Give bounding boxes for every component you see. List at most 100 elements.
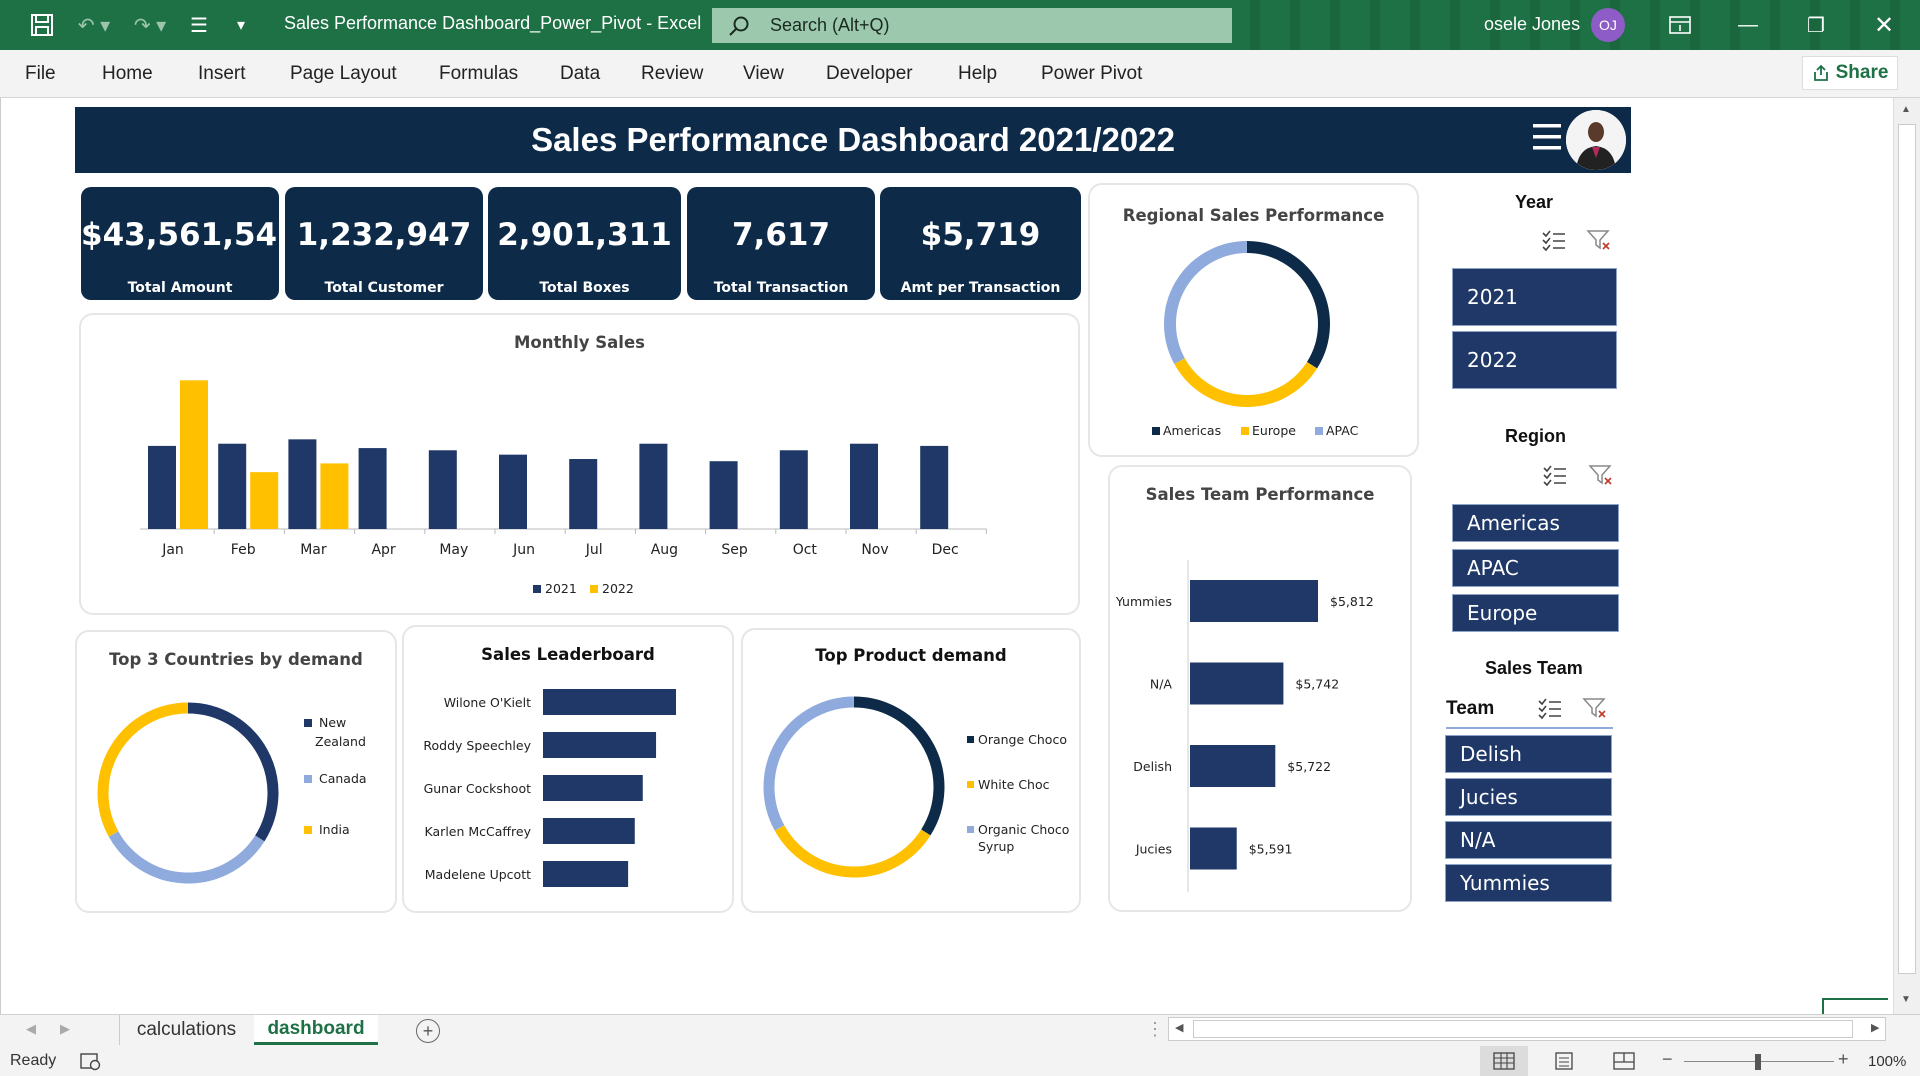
share-button[interactable]: Share: [1802, 56, 1898, 90]
bar-2021: [218, 443, 247, 529]
slicer-team-jucies[interactable]: Jucies: [1445, 778, 1612, 816]
donut-slice: [97, 702, 189, 837]
tab-file[interactable]: File: [25, 63, 56, 85]
bar: [1190, 827, 1237, 870]
add-sheet-icon[interactable]: +: [416, 1019, 440, 1043]
kpi-amt-per-transaction: $5,719 Amt per Transaction: [880, 187, 1081, 300]
sheet-tab-calculations[interactable]: calculations: [119, 1015, 253, 1045]
y-tick-label: N/A: [1150, 677, 1173, 692]
tab-power-pivot[interactable]: Power Pivot: [1041, 63, 1142, 85]
tab-help[interactable]: Help: [958, 63, 997, 85]
prev-sheet-icon[interactable]: ◀: [26, 1021, 36, 1037]
x-tick-label: Dec: [932, 542, 959, 558]
slicer-team-delish[interactable]: Delish: [1445, 735, 1612, 773]
legend-swatch: [304, 826, 312, 834]
x-tick-label: Apr: [371, 542, 395, 558]
legend-swatch: [967, 781, 974, 788]
scroll-right-icon[interactable]: ▶: [1871, 1021, 1879, 1034]
bar: [1190, 580, 1318, 622]
tab-developer[interactable]: Developer: [826, 63, 913, 85]
status-bar: Ready − + 100%: [0, 1046, 1920, 1076]
scrollbar-thumb[interactable]: [1898, 124, 1916, 974]
search-box[interactable]: Search (Alt+Q): [712, 8, 1232, 43]
region-slicer-title: Region: [1505, 426, 1566, 446]
slicer-region-europe[interactable]: Europe: [1452, 594, 1619, 632]
user-name[interactable]: osele Jones: [1484, 14, 1580, 35]
y-tick-label: Yummies: [1115, 594, 1172, 609]
clear-filter-icon[interactable]: [1582, 696, 1608, 720]
kpi-value: 7,617: [731, 217, 831, 253]
bar-2022: [250, 472, 279, 529]
profile-picture: [1566, 110, 1626, 170]
form-icon[interactable]: ☰: [184, 0, 214, 50]
slicer-team-yummies[interactable]: Yummies: [1445, 864, 1612, 902]
multi-select-icon[interactable]: [1542, 463, 1568, 487]
clear-filter-icon[interactable]: [1586, 228, 1612, 252]
donut-slice: [108, 831, 265, 884]
multi-select-icon[interactable]: [1541, 228, 1567, 252]
menu-icon[interactable]: [1533, 122, 1561, 152]
undo-icon[interactable]: ↶ ▾: [70, 0, 118, 50]
sheet-tab-dashboard[interactable]: dashboard: [254, 1015, 378, 1045]
selected-cell[interactable]: [1822, 998, 1888, 1014]
tab-review[interactable]: Review: [641, 63, 703, 85]
x-tick-label: Aug: [651, 542, 678, 558]
tab-split-handle[interactable]: ⋮: [1146, 1019, 1164, 1040]
tab-page-layout[interactable]: Page Layout: [290, 63, 397, 85]
monthly-sales-panel[interactable]: Monthly Sales Jan Feb Mar Apr May Jun Jul Aug Se…: [79, 313, 1080, 615]
page-break-view-icon[interactable]: [1613, 1052, 1635, 1070]
sales-leaderboard-panel[interactable]: Sales Leaderboard Wilone O'Kielt Roddy Sp…: [402, 625, 734, 913]
bar: [543, 689, 676, 715]
accessibility-icon[interactable]: [80, 1053, 102, 1071]
top-product-panel[interactable]: Top Product demand Orange Choco White Cho…: [741, 628, 1081, 913]
bar: [543, 775, 643, 801]
ribbon-display-icon[interactable]: [1662, 0, 1698, 50]
next-sheet-icon[interactable]: ▶: [60, 1021, 70, 1037]
slicer-team-na[interactable]: N/A: [1445, 821, 1612, 859]
restore-icon[interactable]: ❐: [1796, 0, 1836, 50]
minimize-icon[interactable]: —: [1728, 0, 1768, 50]
slicer-region-apac[interactable]: APAC: [1452, 549, 1619, 587]
tab-view[interactable]: View: [743, 63, 784, 85]
customize-qat-icon[interactable]: ▾: [228, 0, 254, 50]
slicer-year-2022[interactable]: 2022: [1452, 331, 1617, 389]
horizontal-scrollbar[interactable]: ◀ ▶: [1168, 1017, 1886, 1041]
close-icon[interactable]: ✕: [1864, 0, 1904, 50]
kpi-value: $5,719: [920, 217, 1041, 253]
sales-team-panel[interactable]: Sales Team Performance Yummies $5,812 N/A $…: [1108, 465, 1412, 912]
normal-view-icon[interactable]: [1480, 1046, 1528, 1076]
tab-insert[interactable]: Insert: [198, 63, 246, 85]
redo-icon[interactable]: ↷ ▾: [126, 0, 174, 50]
donut-slice: [763, 696, 855, 831]
data-label: $5,591: [1249, 842, 1293, 857]
tab-data[interactable]: Data: [560, 63, 600, 85]
x-tick-label: Jul: [585, 542, 603, 558]
zoom-out-icon[interactable]: −: [1662, 1049, 1673, 1070]
zoom-slider-handle[interactable]: [1755, 1054, 1761, 1070]
regional-sales-panel[interactable]: Regional Sales Performance Americas Europ…: [1088, 183, 1419, 457]
scroll-down-icon[interactable]: ▼: [1901, 994, 1911, 1005]
hscroll-thumb[interactable]: [1193, 1020, 1853, 1038]
team-slicer-header: Team: [1446, 698, 1495, 719]
kpi-total-customer: 1,232,947 Total Customer: [285, 187, 483, 300]
zoom-level[interactable]: 100%: [1868, 1053, 1906, 1070]
legend-label: Zealand: [315, 734, 366, 749]
zoom-in-icon[interactable]: +: [1838, 1049, 1849, 1070]
bar-2021: [499, 454, 527, 529]
page-layout-view-icon[interactable]: [1553, 1052, 1575, 1070]
clear-filter-icon[interactable]: [1588, 463, 1614, 487]
scroll-up-icon[interactable]: ▲: [1901, 104, 1911, 115]
top-countries-panel[interactable]: Top 3 Countries by demand New Zealand Cana…: [75, 630, 397, 913]
tab-formulas[interactable]: Formulas: [439, 63, 518, 85]
save-icon[interactable]: [22, 0, 62, 50]
slicer-region-americas[interactable]: Americas: [1452, 504, 1619, 542]
bar: [543, 818, 635, 844]
user-avatar[interactable]: OJ: [1591, 8, 1625, 42]
vertical-scrollbar[interactable]: ▲ ▼: [1893, 98, 1920, 1014]
slicer-year-2021[interactable]: 2021: [1452, 268, 1617, 326]
tab-home[interactable]: Home: [102, 63, 153, 85]
sales-leaderboard-chart: Wilone O'Kielt Roddy Speechley Gunar Cocks…: [423, 689, 676, 887]
share-icon: [1813, 64, 1828, 81]
multi-select-icon[interactable]: [1537, 696, 1563, 720]
scroll-left-icon[interactable]: ◀: [1175, 1021, 1183, 1034]
